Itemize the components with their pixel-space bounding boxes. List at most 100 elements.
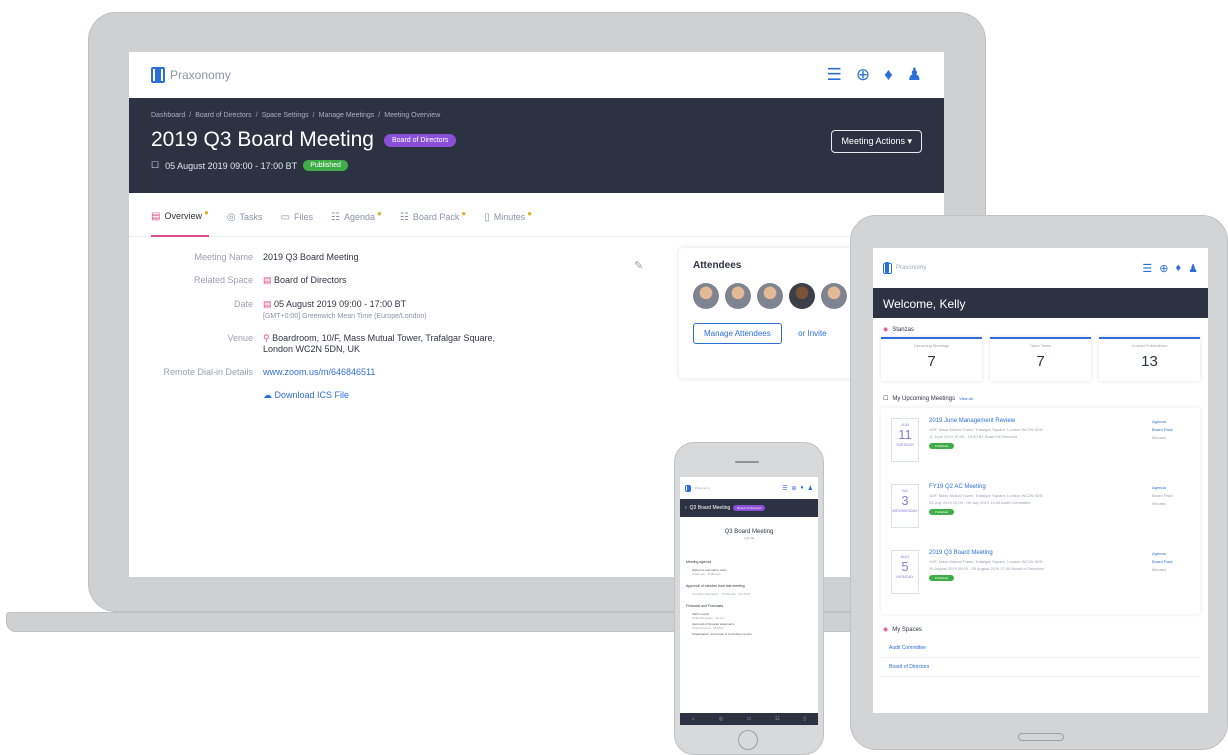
space-item[interactable]: Board of Directors [881, 658, 1200, 677]
avatar[interactable] [725, 283, 751, 309]
stat-label: Open Tasks [1029, 343, 1052, 348]
add-circle-icon[interactable]: ⊕ [792, 485, 797, 492]
add-circle-icon[interactable]: ⊕ [1159, 262, 1168, 275]
stats-row: Upcoming Meetings 7 Open Tasks 7 Unread … [873, 337, 1208, 381]
logo[interactable]: Praxonomy [883, 261, 926, 274]
avatar[interactable] [693, 283, 719, 309]
space-badge[interactable]: Board of Directors [383, 133, 457, 147]
agenda-title: Q3 Board Meeting [724, 529, 774, 535]
stat-card[interactable]: Upcoming Meetings 7 [881, 337, 982, 381]
tablet-screen: Praxonomy ☰ ⊕ ♦ ♟ Welcome, Kelly ◉ Stanz… [873, 248, 1208, 713]
menu-icon[interactable]: ☰ [782, 485, 787, 492]
tab-minutes[interactable]: ▯ Minutes ● [484, 207, 532, 237]
view-all-link[interactable]: View All [959, 396, 973, 401]
tab-tasks[interactable]: ◎ Tasks [227, 207, 263, 237]
related-space-value[interactable]: ▤ Board of Directors [263, 275, 347, 286]
logo[interactable]: Praxonomy [151, 67, 231, 83]
nav-agenda-icon[interactable]: ☷ [775, 716, 779, 722]
user-icon[interactable]: ♟ [808, 485, 813, 492]
meeting-list: JUN 11 TUESDAY 2019 June Management Revi… [881, 408, 1200, 614]
tab-board-pack[interactable]: ☷ Board Pack ● [400, 207, 466, 237]
bell-icon[interactable]: ♦ [801, 485, 804, 492]
agenda-heading: Approval of minutes from last meeting [686, 584, 745, 588]
download-icon: ☁ [263, 390, 272, 400]
stat-card[interactable]: Unread Publications 13 [1099, 337, 1200, 381]
nav-minutes-icon[interactable]: ▯ [803, 716, 806, 722]
stat-card[interactable]: Open Tasks 7 [990, 337, 1091, 381]
agenda-link[interactable]: Agenda [1152, 550, 1190, 558]
logo-icon [685, 484, 691, 492]
detail-label: Venue [227, 333, 253, 343]
agenda-item[interactable]: Welcome and call to order Chairman · 5 M… [686, 568, 812, 576]
logo-text: Praxonomy [170, 68, 231, 82]
phone-topbar: Praxonomy ☰ ⊕ ♦ ♟ [680, 477, 818, 499]
breadcrumb-manage-meetings[interactable]: Manage Meetings [319, 112, 375, 119]
space-item[interactable]: Audit Committee [881, 639, 1200, 658]
back-icon[interactable]: ‹ [685, 505, 687, 511]
bell-icon[interactable]: ♦ [1176, 262, 1182, 275]
space-badge[interactable]: Board of Directors [733, 505, 766, 511]
meeting-name[interactable]: 2019 June Management Review [929, 418, 1142, 424]
avatar[interactable] [789, 283, 815, 309]
nav-tasks-icon[interactable]: ◎ [719, 716, 723, 722]
meeting-name[interactable]: FY19 Q2 AC Meeting [929, 484, 1142, 490]
user-icon[interactable]: ♟ [907, 65, 922, 85]
minutes-link[interactable]: Minutes [1152, 500, 1190, 508]
tab-files[interactable]: ▭ Files [281, 207, 313, 237]
tab-overview[interactable]: ▤ Overview ● [151, 207, 209, 237]
user-icon[interactable]: ♟ [1188, 262, 1198, 275]
menu-icon[interactable]: ☰ [1142, 262, 1152, 275]
avatar[interactable] [757, 283, 783, 309]
agenda-item[interactable]: Approval of financial statements Chief F… [686, 622, 812, 630]
list-item[interactable]: AUG 5 MONDAY 2019 Q3 Board Meeting 10/F,… [881, 544, 1200, 610]
dialin-link[interactable]: www.zoom.us/m/646846511 [263, 367, 375, 377]
agenda-item-meta: Chief Finance · 15 Mins [692, 626, 724, 630]
meeting-links: Agenda Board Pack Minutes [1152, 484, 1190, 538]
meeting-details: Meeting Name 2019 Q3 Board Meeting Relat… [151, 252, 671, 414]
breadcrumb-dashboard[interactable]: Dashboard [151, 112, 185, 119]
tab-label: Files [294, 212, 314, 222]
upcoming-meetings-label: My Upcoming Meetings [892, 395, 956, 402]
menu-icon[interactable]: ☰ [827, 65, 842, 85]
invite-link[interactable]: or Invite [798, 329, 826, 338]
edit-pencil-icon[interactable]: ✎ [634, 259, 643, 272]
stat-label: Unread Publications [1131, 343, 1168, 348]
add-circle-icon[interactable]: ⊕ [856, 65, 870, 85]
bell-icon[interactable]: ♦ [884, 65, 893, 85]
minutes-link[interactable]: Minutes [1152, 566, 1190, 574]
date-day: 5 [901, 559, 909, 574]
breadcrumb-space-settings[interactable]: Space Settings [262, 112, 309, 119]
detail-label: Remote Dial-in Details [163, 367, 253, 377]
meeting-title-text: 2019 Q3 Board Meeting [151, 128, 374, 151]
board-pack-link[interactable]: Board Pack [1152, 492, 1190, 500]
date-day: 3 [901, 493, 909, 508]
nav-files-icon[interactable]: ▭ [747, 716, 752, 722]
breadcrumb-separator: / [189, 112, 192, 119]
status-badge: Published [303, 160, 348, 171]
agenda-link[interactable]: Agenda [1152, 484, 1190, 492]
download-ics-link[interactable]: ☁ Download ICS File [263, 390, 349, 401]
meeting-actions-button[interactable]: Meeting Actions ▾ [831, 130, 922, 153]
meeting-venue: 10/F, Mass Mutual Tower, Trafalgar Squar… [929, 427, 1043, 432]
agenda-link[interactable]: Agenda [1152, 418, 1190, 426]
nav-home-icon[interactable]: ⌂ [692, 716, 695, 722]
meeting-body: 2019 Q3 Board Meeting 10/F, Mass Mutual … [929, 550, 1142, 604]
logo[interactable]: Praxonomy [685, 484, 710, 492]
agenda-item[interactable]: Organisation restructure & committee rep… [686, 632, 812, 636]
agenda-item-title: Organisation restructure & committee rep… [692, 632, 752, 636]
avatar[interactable] [821, 283, 847, 309]
tab-agenda[interactable]: ☷ Agenda ● [331, 207, 382, 237]
status-badge: Published [929, 443, 955, 449]
list-item[interactable]: JUN 11 TUESDAY 2019 June Management Revi… [881, 412, 1200, 478]
tab-label: Board Pack [412, 212, 460, 222]
meeting-name[interactable]: 2019 Q3 Board Meeting [929, 550, 1142, 556]
agenda-item[interactable]: CEO's report Chief Executive · 15 min [686, 612, 812, 620]
minutes-link[interactable]: Minutes [1152, 434, 1190, 442]
list-item[interactable]: JUL 3 WEDNESDAY FY19 Q2 AC Meeting 10/F,… [881, 478, 1200, 544]
top-icons: ☰ ⊕ ♦ ♟ [827, 65, 922, 85]
board-pack-link[interactable]: Board Pack [1152, 558, 1190, 566]
breadcrumb-space[interactable]: Board of Directors [195, 112, 251, 119]
agenda-item[interactable]: Company Secretary · 10 Minutes · Q1 2019 [686, 592, 812, 596]
board-pack-link[interactable]: Board Pack [1152, 426, 1190, 434]
manage-attendees-button[interactable]: Manage Attendees [693, 323, 782, 344]
